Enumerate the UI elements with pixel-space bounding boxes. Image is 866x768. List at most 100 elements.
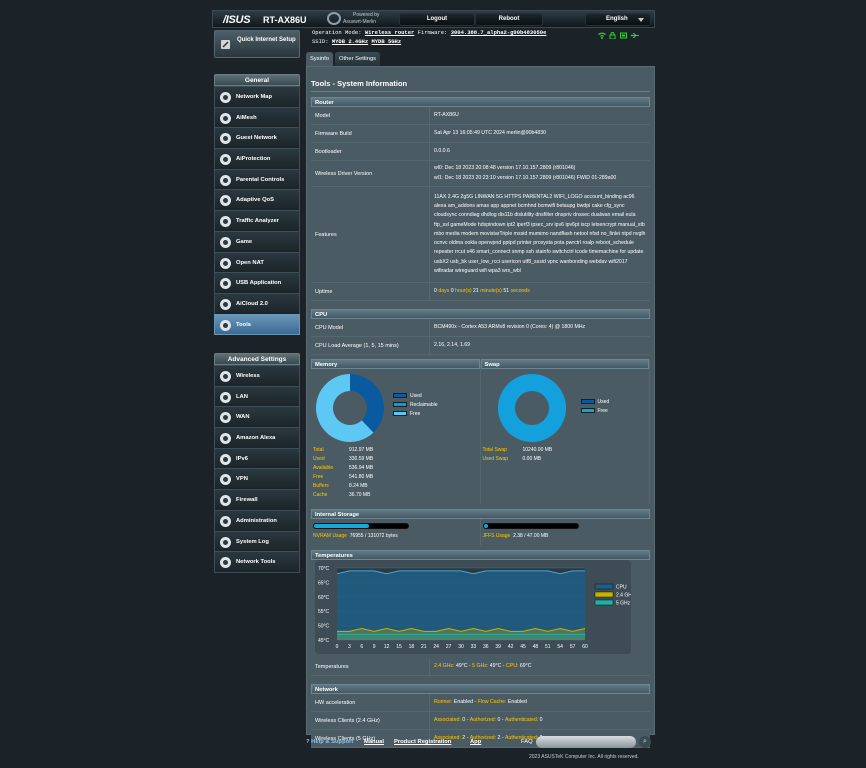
sidebar-item-aiprotection[interactable]: AiProtection: [214, 148, 300, 170]
router-section: Router Model RT-AX86U Firmware Build Sat…: [311, 97, 650, 301]
sidebar-item-aimesh[interactable]: AiMesh: [214, 106, 300, 129]
product-registration-link[interactable]: Product Registration: [394, 739, 451, 745]
manual-link[interactable]: Manual: [364, 739, 384, 745]
legend-item: Used: [393, 391, 438, 400]
assoc-24-label: Associated:: [434, 716, 461, 723]
stat-label: Cache: [313, 491, 328, 498]
sidebar-item-game[interactable]: Game: [214, 230, 300, 253]
main-content: Sysinfo Other Settings Tools - System In…: [306, 52, 655, 748]
footer: ? Help & Support Manual Product Registra…: [306, 736, 655, 752]
memory-stats: Total 912.97 MB Used 330.59 MB Available 536.…: [313, 445, 373, 499]
faq-search-input[interactable]: [536, 736, 636, 748]
sidebar-item-tools[interactable]: Tools: [214, 313, 300, 336]
model-name: RT-AX86U: [263, 15, 307, 25]
search-icon[interactable]: ⌕: [639, 736, 651, 748]
memory-slice-0: [350, 374, 384, 433]
swap-panel: Swap Used Free Total Swap 10240.00 MB Used …: [480, 359, 650, 504]
y-tick-label: 55°C: [318, 609, 330, 615]
sidebar-item-lan[interactable]: LAN: [214, 385, 300, 408]
x-tick-label: 57: [570, 644, 576, 650]
uptime-minutes: 21: [473, 287, 479, 294]
driver-row: Wireless Driver Version wl0: Dec 18 2023…: [311, 161, 650, 187]
content-panel: Tools - System Information Router Model …: [306, 66, 655, 748]
logout-button[interactable]: Logout: [399, 13, 475, 26]
network-header: Network: [311, 684, 650, 694]
runner-value: Enabled: [453, 698, 473, 705]
wrench-icon: [219, 319, 232, 332]
app-link[interactable]: App: [470, 739, 481, 745]
bootloader-row: Bootloader 0.0.0.6: [311, 143, 650, 161]
ssid-5-link[interactable]: MYDB 5GHz: [371, 38, 401, 45]
tab-sysinfo[interactable]: Sysinfo: [306, 52, 334, 66]
legend-swatch: [594, 583, 614, 590]
memory-swap-grid: Memory Used Reclaimable Free Total 912.97 M…: [311, 359, 650, 504]
sidebar-item-ipv6[interactable]: IPv6: [214, 447, 300, 470]
sidebar-item-label: Amazon Alexa: [236, 435, 276, 442]
x-tick-label: 12: [384, 644, 390, 650]
nvram-label: NVRAM Usage: [313, 533, 347, 539]
sidebar-item-wan[interactable]: WAN: [214, 406, 300, 429]
quick-setup-label: Quick Internet Setup: [237, 37, 296, 43]
wifi-icon[interactable]: [598, 32, 606, 39]
usb-icon[interactable]: [631, 32, 639, 39]
status-icons: [598, 32, 639, 40]
advanced-section-header: Advanced Settings: [214, 353, 300, 365]
sidebar-item-network-map[interactable]: Network Map: [214, 86, 300, 108]
sidebar-item-open-nat[interactable]: Open NAT: [214, 251, 300, 274]
stat-row: Buffers 8.24 MB: [313, 481, 373, 490]
reboot-button[interactable]: Reboot: [475, 13, 543, 26]
language-select[interactable]: English: [585, 13, 651, 26]
features-label: Features: [311, 187, 430, 282]
sidebar-item-usb-application[interactable]: USB Application: [214, 272, 300, 294]
sidebar-item-system-log[interactable]: System Log: [214, 530, 300, 553]
help-support: ? Help & Support: [306, 739, 353, 745]
swap-legend: Used Free: [580, 397, 609, 415]
sidebar-item-firewall[interactable]: Firewall: [214, 489, 300, 511]
operation-mode-label: Operation Mode:: [312, 29, 362, 36]
jffs-usage-bar: [482, 523, 579, 529]
sidebar-item-label: Adaptive QoS: [236, 197, 275, 204]
legend-item: Used: [580, 397, 609, 406]
storage-body: NVRAM Usage 76955 / 131072 bytes JFFS Us…: [311, 519, 650, 545]
asus-logo: /ISUS: [223, 14, 251, 26]
gamepad-icon: [219, 236, 232, 249]
sidebar-item-amazon-alexa[interactable]: Amazon Alexa: [214, 427, 300, 449]
sidebar-item-aicloud-2-0[interactable]: AiCloud 2.0: [214, 292, 300, 315]
stat-value: 8.24 MB: [349, 482, 368, 489]
sidebar-item-traffic-analyzer[interactable]: Traffic Analyzer: [214, 210, 300, 232]
stat-label: Buffers: [313, 482, 329, 489]
firmware-link[interactable]: 3004.388.7_alpha2-g90b483050e: [451, 29, 547, 36]
y-tick-label: 50°C: [318, 624, 330, 630]
sidebar-item-network-tools[interactable]: Network Tools: [214, 551, 300, 573]
sidebar-item-label: Wireless: [236, 373, 260, 379]
sidebar-item-adaptive-qos[interactable]: Adaptive QoS: [214, 189, 300, 212]
sidebar-item-guest-network[interactable]: Guest Network: [214, 127, 300, 150]
uptime-days-unit: days: [438, 287, 450, 294]
help-label: Help & Support: [311, 739, 354, 745]
network-icon[interactable]: [620, 32, 627, 39]
sidebar-item-wireless[interactable]: Wireless: [214, 365, 300, 387]
ssid-24-link[interactable]: MYDB 2.4GHz: [332, 38, 368, 45]
sidebar-item-administration[interactable]: Administration: [214, 509, 300, 532]
lock-icon[interactable]: [609, 32, 616, 40]
analyzer-icon: [219, 215, 232, 228]
quick-internet-setup-button[interactable]: Quick Internet Setup: [214, 30, 300, 58]
stat-label: Available: [313, 464, 334, 471]
operation-mode-link[interactable]: Wireless router: [365, 29, 415, 36]
legend-swatch: [393, 411, 407, 416]
cpu-model-label: CPU Model: [311, 319, 430, 336]
hw-accel-row: HW acceleration Runner: Enabled - Flow C…: [311, 694, 650, 712]
jffs-usage-text: JFFS Usage 2.38 / 47.00 MB: [483, 533, 549, 539]
legend-label: Reclaimable: [410, 401, 438, 408]
legend-label: Free: [410, 410, 421, 417]
temp-cpu-label: CPU:: [505, 662, 519, 669]
stat-row: Used 330.59 MB: [313, 454, 373, 463]
sidebar-item-parental-controls[interactable]: Parental Controls: [214, 168, 300, 191]
tab-other-settings[interactable]: Other Settings: [335, 52, 381, 66]
swap-donut-chart: [497, 374, 566, 442]
alexa-icon: [219, 432, 232, 445]
legend-swatch: [393, 393, 407, 398]
sidebar-item-label: Firewall: [236, 497, 258, 504]
temperature-chart-wrap: 45°C 50°C 55°C 60°C 65°C 70°C 0 3 6 9 12 15 18 21 24 27…: [311, 560, 650, 658]
sidebar-item-vpn[interactable]: VPN: [214, 468, 300, 491]
